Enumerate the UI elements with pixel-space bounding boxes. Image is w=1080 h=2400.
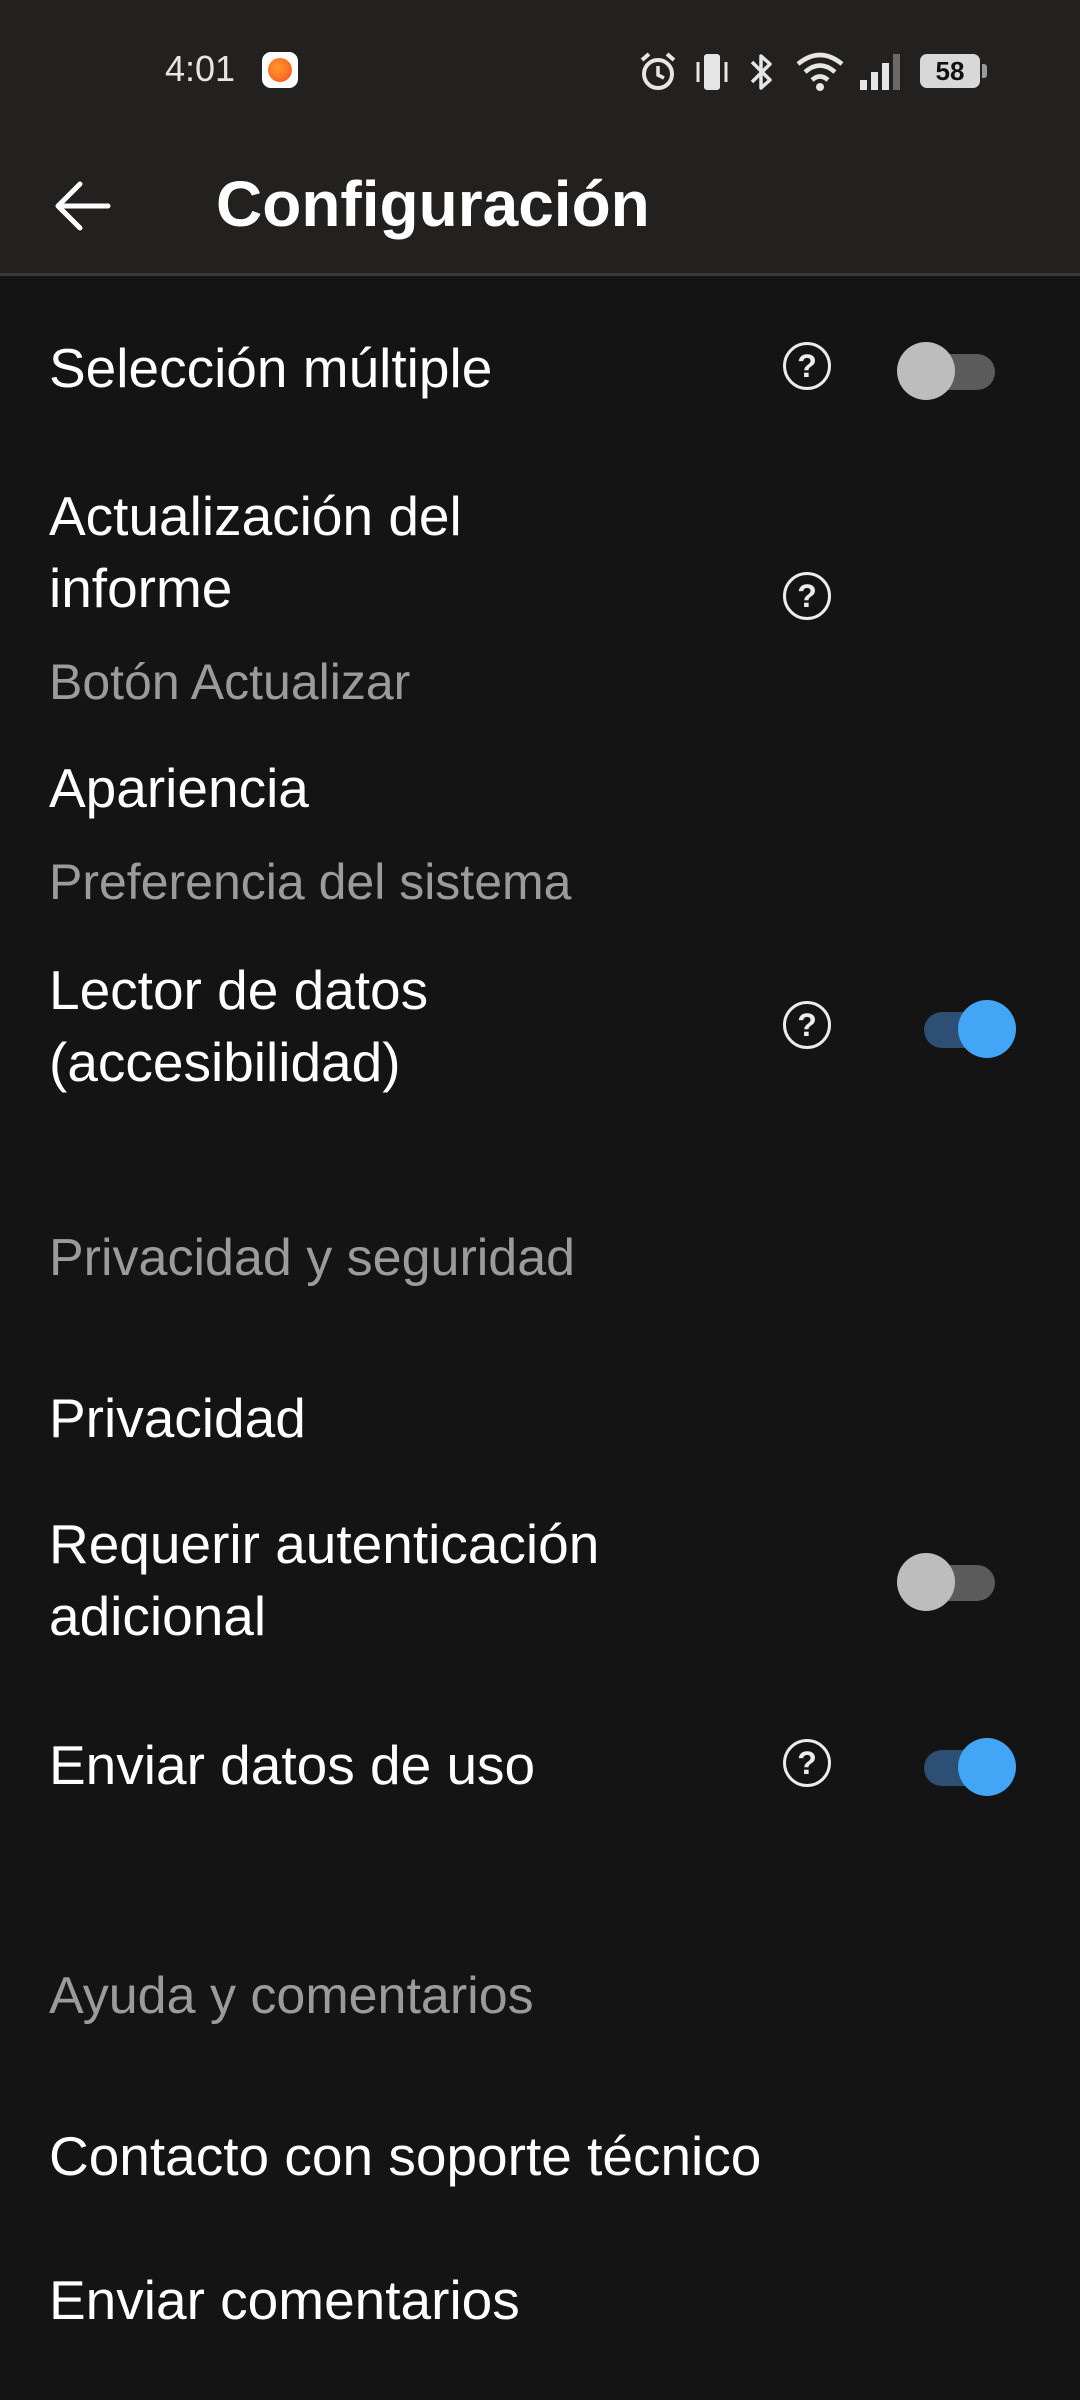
extra-auth-toggle[interactable] bbox=[897, 1547, 1007, 1611]
battery-icon: 58 bbox=[920, 54, 987, 88]
app-notification-icon bbox=[262, 52, 298, 88]
help-icon[interactable]: ? bbox=[783, 342, 831, 390]
appearance-label: Apariencia bbox=[49, 757, 309, 819]
multi-select-toggle[interactable] bbox=[897, 336, 1007, 400]
contact-support-label: Contacto con soporte técnico bbox=[49, 2125, 762, 2187]
privacy-label: Privacidad bbox=[49, 1387, 306, 1449]
section-header-help: Ayuda y comentarios bbox=[49, 1967, 534, 2025]
status-time: 4:01 bbox=[165, 48, 236, 89]
back-arrow-icon[interactable] bbox=[40, 164, 124, 248]
page-title: Configuración bbox=[216, 168, 650, 240]
usage-data-label: Enviar datos de uso bbox=[49, 1734, 536, 1796]
data-reader-label-line2: (accesibilidad) bbox=[49, 1031, 401, 1093]
multi-select-label: Selección múltiple bbox=[49, 337, 493, 399]
toggle-thumb bbox=[897, 342, 955, 400]
status-bar: 4:01 58 bbox=[0, 0, 1080, 140]
wifi-icon bbox=[796, 52, 844, 91]
help-icon[interactable]: ? bbox=[783, 1001, 831, 1049]
toggle-thumb bbox=[958, 1000, 1016, 1058]
toggle-thumb bbox=[958, 1738, 1016, 1796]
app-bar: Configuración bbox=[0, 140, 1080, 276]
data-reader-toggle[interactable] bbox=[900, 994, 1016, 1058]
data-reader-label-line1: Lector de datos bbox=[49, 959, 429, 1021]
usage-data-toggle[interactable] bbox=[900, 1732, 1016, 1796]
report-refresh-label-line2: informe bbox=[49, 557, 233, 619]
section-header-privacy: Privacidad y seguridad bbox=[49, 1229, 576, 1287]
vibrate-icon bbox=[696, 54, 728, 90]
extra-auth-label-line1: Requerir autenticación bbox=[49, 1513, 600, 1575]
toggle-thumb bbox=[897, 1553, 955, 1611]
help-icon[interactable]: ? bbox=[783, 572, 831, 620]
report-refresh-label-line1: Actualización del bbox=[49, 485, 462, 547]
appearance-value: Preferencia del sistema bbox=[49, 854, 572, 910]
signal-icon bbox=[860, 54, 900, 90]
help-icon[interactable]: ? bbox=[783, 1739, 831, 1787]
alarm-icon bbox=[640, 52, 676, 90]
bluetooth-icon bbox=[750, 54, 772, 90]
extra-auth-label-line2: adicional bbox=[49, 1585, 267, 1647]
send-feedback-label: Enviar comentarios bbox=[49, 2269, 520, 2331]
report-refresh-value: Botón Actualizar bbox=[49, 654, 411, 710]
